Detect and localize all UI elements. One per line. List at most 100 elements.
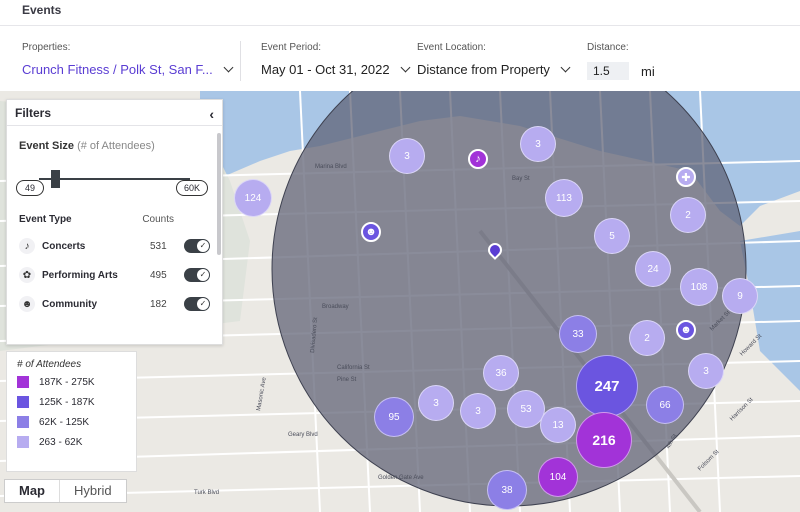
- period-label: Event Period:: [261, 42, 322, 53]
- street-label: Marina Blvd: [315, 164, 347, 170]
- street-label: Bay St: [512, 176, 530, 182]
- cluster-count: 3: [703, 365, 709, 377]
- period-select[interactable]: May 01 - Oct 31, 2022: [261, 62, 390, 77]
- event-cluster[interactable]: 38: [487, 470, 527, 510]
- properties-control[interactable]: Properties: Crunch Fitness / Polk St, Sa…: [22, 42, 234, 77]
- street-label: Golden Gate Ave: [378, 475, 424, 481]
- event-type-name: Concerts: [42, 240, 86, 252]
- slider-track: [39, 178, 190, 180]
- event-cluster[interactable]: 13: [540, 407, 576, 443]
- distance-input[interactable]: [587, 62, 629, 80]
- distance-unit: mi: [641, 63, 655, 79]
- event-size-slider[interactable]: 49 60K: [16, 158, 210, 198]
- attendees-legend: # of Attendees 187K - 275K 125K - 187K 6…: [6, 351, 137, 472]
- event-cluster[interactable]: 247: [576, 355, 638, 417]
- palette-icon: ✿: [19, 267, 35, 283]
- event-type-toggle[interactable]: [184, 297, 210, 311]
- filters-title: Filters: [15, 106, 52, 120]
- event-type-count: 495: [150, 269, 167, 281]
- event-cluster[interactable]: 5: [594, 218, 630, 254]
- cluster-count: 3: [433, 397, 439, 409]
- map-type-hybrid-button[interactable]: Hybrid: [60, 480, 126, 502]
- event-size-subtitle: (# of Attendees): [77, 140, 155, 152]
- legend-swatch: [17, 416, 29, 428]
- event-cluster[interactable]: 36: [483, 355, 519, 391]
- event-type-name: Performing Arts: [42, 269, 118, 281]
- cluster-count: 247: [594, 377, 620, 395]
- controls-bar: Properties: Crunch Fitness / Polk St, Sa…: [0, 27, 800, 91]
- distance-control: Distance: mi: [587, 42, 655, 80]
- event-cluster[interactable]: 3: [460, 393, 496, 429]
- chevron-down-icon[interactable]: [560, 62, 571, 73]
- map-type-map-button[interactable]: Map: [5, 480, 60, 502]
- location-control[interactable]: Event Location: Distance from Property: [417, 42, 571, 77]
- legend-item: 62K - 125K: [17, 416, 126, 428]
- properties-select[interactable]: Crunch Fitness / Polk St, San F...: [22, 62, 213, 77]
- page-header: Events: [0, 0, 800, 26]
- cluster-count: 13: [552, 419, 564, 431]
- event-cluster[interactable]: 33: [559, 315, 597, 353]
- legend-label: 187K - 275K: [39, 376, 95, 388]
- event-size-label: Event Size: [19, 140, 75, 152]
- event-cluster[interactable]: 108: [680, 268, 718, 306]
- filters-header: Filters ‹: [7, 100, 222, 126]
- slider-max-value: 60K: [175, 180, 208, 196]
- chevron-left-icon[interactable]: ‹: [209, 106, 214, 122]
- slider-handle[interactable]: [51, 170, 60, 188]
- street-label: Broadway: [322, 304, 349, 310]
- cluster-count: 33: [572, 328, 584, 340]
- event-cluster[interactable]: 3: [688, 353, 724, 389]
- cluster-count: 104: [549, 471, 567, 483]
- event-cluster[interactable]: 124: [234, 179, 272, 217]
- location-select[interactable]: Distance from Property: [417, 62, 550, 77]
- event-cluster[interactable]: 3: [418, 385, 454, 421]
- cluster-count: 216: [592, 432, 616, 448]
- event-type-count: 182: [150, 298, 167, 310]
- event-cluster[interactable]: 113: [545, 179, 583, 217]
- event-cluster[interactable]: 2: [670, 197, 706, 233]
- scrollbar[interactable]: [217, 133, 221, 255]
- event-cluster[interactable]: 3: [520, 126, 556, 162]
- event-type-name: Community: [42, 298, 97, 310]
- community-pin-icon[interactable]: ☻: [361, 222, 381, 242]
- page-title: Events: [22, 3, 62, 17]
- cluster-count: 9: [737, 290, 743, 302]
- properties-label: Properties:: [22, 42, 71, 53]
- event-type-toggle[interactable]: [184, 268, 210, 282]
- period-control[interactable]: Event Period: May 01 - Oct 31, 2022: [261, 42, 411, 77]
- music-pin-icon[interactable]: ♪: [468, 149, 488, 169]
- event-cluster[interactable]: 3: [389, 138, 425, 174]
- event-cluster[interactable]: 24: [635, 251, 671, 287]
- counts-title: Counts: [142, 214, 174, 225]
- community-pin-icon[interactable]: ☻: [676, 320, 696, 340]
- legend-label: 125K - 187K: [39, 396, 95, 408]
- legend-swatch: [17, 436, 29, 448]
- chevron-down-icon[interactable]: [223, 62, 234, 73]
- cluster-count: 113: [556, 192, 572, 204]
- property-pin-icon[interactable]: ✚: [676, 167, 696, 187]
- legend-title: # of Attendees: [17, 359, 82, 370]
- street-label: Geary Blvd: [288, 432, 318, 438]
- cluster-count: 2: [644, 332, 650, 344]
- legend-swatch: [17, 376, 29, 388]
- legend-label: 263 - 62K: [39, 436, 83, 448]
- cluster-count: 2: [685, 209, 691, 221]
- event-cluster[interactable]: 9: [722, 278, 758, 314]
- legend-item: 263 - 62K: [17, 436, 126, 448]
- cluster-count: 3: [404, 150, 410, 162]
- event-cluster[interactable]: 95: [374, 397, 414, 437]
- distance-label: Distance:: [587, 42, 629, 53]
- event-type-toggle[interactable]: [184, 239, 210, 253]
- street-label: Pine St: [337, 377, 357, 383]
- event-cluster[interactable]: 2: [629, 320, 665, 356]
- cluster-count: 3: [475, 405, 481, 417]
- map-type-switch: Map Hybrid: [4, 479, 127, 503]
- legend-item: 187K - 275K: [17, 376, 126, 388]
- event-type-row: ✿ Performing Arts 495: [19, 267, 210, 283]
- event-cluster[interactable]: 216: [576, 412, 632, 468]
- event-cluster[interactable]: 66: [646, 386, 684, 424]
- chevron-down-icon[interactable]: [400, 62, 411, 73]
- event-cluster[interactable]: 104: [538, 457, 578, 497]
- divider: [240, 41, 241, 81]
- street-label: Turk Blvd: [194, 490, 219, 496]
